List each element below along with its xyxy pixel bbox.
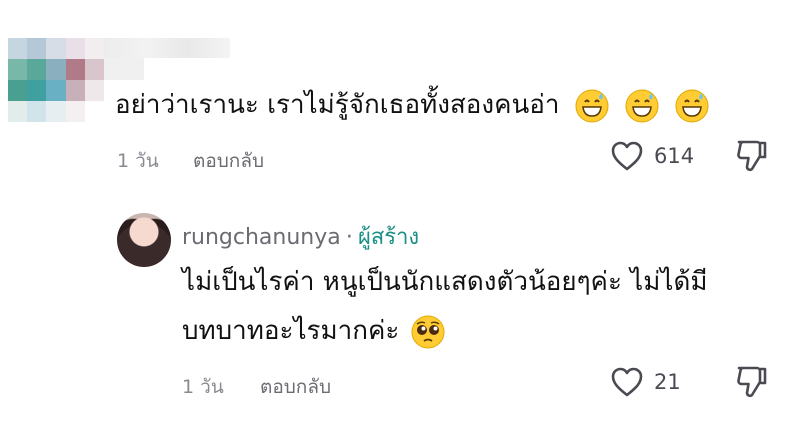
heart-icon [611,367,643,397]
creator-badge: ผู้สร้าง [357,225,420,250]
reply-like-button[interactable]: 21 [610,366,681,398]
grinning-sweat-emoji [625,89,659,122]
comment-timestamp: 1 วัน [117,150,159,172]
reply-header: rungchanunya · ผู้สร้าง [182,219,419,254]
reply-dislike-button[interactable] [735,364,769,400]
reply-timestamp: 1 วัน [182,376,224,398]
comment-text: อย่าว่าเรานะ เราไม่รู้จักเธอทั้งสองคนอ่า [115,86,710,124]
creator-avatar[interactable] [117,213,171,267]
thumbs-down-icon [737,366,767,398]
thumbs-down-icon [737,140,767,172]
heart-icon [611,141,643,171]
reply-button[interactable]: ตอบกลับ [193,146,264,176]
grinning-sweat-emoji [675,89,709,122]
censored-username-blur [104,58,144,80]
pleading-face-emoji [411,315,445,348]
reply-text-line1: ไม่เป็นไรค่า หนูเป็นนักแสดงตัวน้อยๆค่ะ ไ… [182,267,708,297]
comment-body: อย่าว่าเรานะ เราไม่รู้จักเธอทั้งสองคนอ่า [115,90,560,120]
dislike-button[interactable] [735,138,769,174]
reply-username[interactable]: rungchanunya [182,225,341,250]
reply-body-line2: บทบาทอะไรมากค่ะ [182,316,400,346]
reply-reply-button[interactable]: ตอบกลับ [260,372,331,402]
like-button[interactable]: 614 [610,140,694,172]
separator-dot: · [345,225,353,250]
reply-like-count: 21 [654,370,681,394]
censored-avatar[interactable] [8,38,104,122]
like-count: 614 [654,144,695,168]
censored-username[interactable] [104,38,230,58]
reply-text-line2: บทบาทอะไรมากค่ะ [182,312,446,350]
grinning-sweat-emoji [575,89,609,122]
